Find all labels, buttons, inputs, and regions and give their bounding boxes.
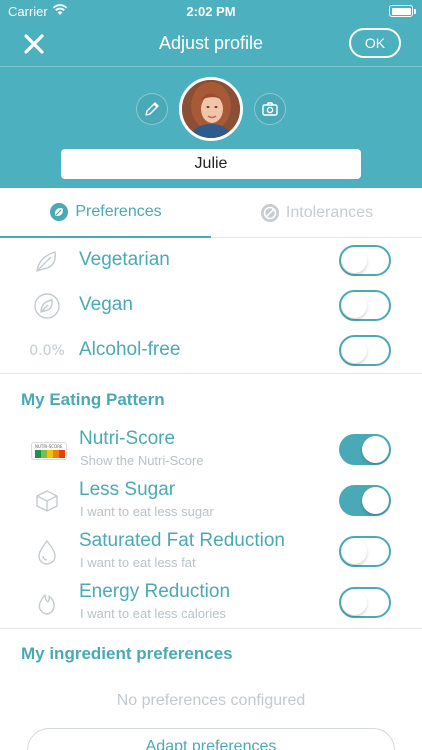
ingredient-preferences-heading: My ingredient preferences bbox=[21, 644, 233, 663]
pattern-label: Less Sugar bbox=[79, 479, 176, 500]
tab-intolerances[interactable]: Intolerances bbox=[211, 188, 422, 238]
pattern-subtitle: I want to eat less calories bbox=[80, 606, 226, 621]
pattern-label: Saturated Fat Reduction bbox=[79, 530, 285, 551]
list-item-vegetarian: Vegetarian bbox=[0, 242, 422, 280]
pattern-subtitle: Show the Nutri-Score bbox=[80, 453, 204, 468]
preferences-icon bbox=[50, 203, 69, 221]
pattern-subtitle: I want to eat less sugar bbox=[80, 504, 214, 519]
list-item-alcohol-free: 0.0% Alcohol-free bbox=[0, 332, 422, 370]
preference-label: Vegetarian bbox=[79, 249, 170, 270]
energy-reduction-toggle[interactable] bbox=[339, 587, 391, 618]
alcohol-free-icon: 0.0% bbox=[29, 343, 65, 359]
divider bbox=[0, 373, 422, 374]
navbar: Adjust profile OK bbox=[0, 22, 422, 66]
preference-label: Vegan bbox=[79, 294, 133, 315]
vegan-leaf-icon bbox=[32, 291, 62, 321]
flame-icon bbox=[32, 588, 62, 618]
camera-button[interactable] bbox=[254, 93, 286, 125]
camera-icon bbox=[262, 102, 278, 116]
status-bar: Carrier 2:02 PM bbox=[0, 0, 422, 22]
nutri-score-icon: NUTRI-SCORE bbox=[30, 436, 68, 466]
fat-drop-icon bbox=[32, 537, 62, 567]
header: Carrier 2:02 PM Adjust profile OK bbox=[0, 0, 422, 188]
less-sugar-toggle[interactable] bbox=[339, 485, 391, 516]
intolerances-icon bbox=[260, 204, 279, 222]
alcohol-free-toggle[interactable] bbox=[339, 335, 391, 366]
nutri-score-badge-text: NUTRI-SCORE bbox=[35, 444, 63, 449]
ok-button[interactable]: OK bbox=[349, 28, 401, 58]
pattern-label: Energy Reduction bbox=[79, 581, 231, 602]
navbar-divider bbox=[0, 66, 422, 67]
list-item-vegan: Vegan bbox=[0, 287, 422, 325]
adapt-preferences-button[interactable]: Adapt preferences bbox=[27, 728, 395, 750]
vegan-toggle[interactable] bbox=[339, 290, 391, 321]
tab-label: Intolerances bbox=[285, 204, 374, 221]
list-item-saturated-fat: Saturated Fat Reduction I want to eat le… bbox=[0, 530, 422, 574]
pattern-subtitle: I want to eat less fat bbox=[80, 555, 196, 570]
eating-pattern-heading: My Eating Pattern bbox=[21, 390, 165, 409]
leaf-icon bbox=[32, 246, 62, 276]
edit-button[interactable] bbox=[136, 93, 168, 125]
list-item-less-sugar: Less Sugar I want to eat less sugar bbox=[0, 479, 422, 523]
tab-preferences[interactable]: Preferences bbox=[0, 188, 211, 238]
empty-state-text: No preferences configured bbox=[116, 692, 306, 709]
tab-bar: Preferences Intolerances bbox=[0, 188, 422, 238]
saturated-fat-toggle[interactable] bbox=[339, 536, 391, 567]
preference-label: Alcohol-free bbox=[79, 339, 181, 360]
tab-label: Preferences bbox=[75, 203, 162, 220]
list-item-nutri-score: NUTRI-SCORE Nutri-Score Show the Nutri-S… bbox=[0, 428, 422, 472]
name-field[interactable] bbox=[61, 149, 361, 179]
avatar[interactable] bbox=[179, 77, 243, 141]
vegetarian-toggle[interactable] bbox=[339, 245, 391, 276]
battery-icon bbox=[389, 5, 416, 17]
pencil-icon bbox=[145, 102, 159, 116]
divider bbox=[0, 628, 422, 629]
sugar-cube-icon bbox=[32, 486, 62, 516]
nutri-score-toggle[interactable] bbox=[339, 434, 391, 465]
avatar-photo bbox=[182, 80, 240, 138]
status-time: 2:02 PM bbox=[186, 4, 236, 19]
list-item-energy-reduction: Energy Reduction I want to eat less calo… bbox=[0, 581, 422, 625]
pattern-label: Nutri-Score bbox=[79, 428, 176, 449]
